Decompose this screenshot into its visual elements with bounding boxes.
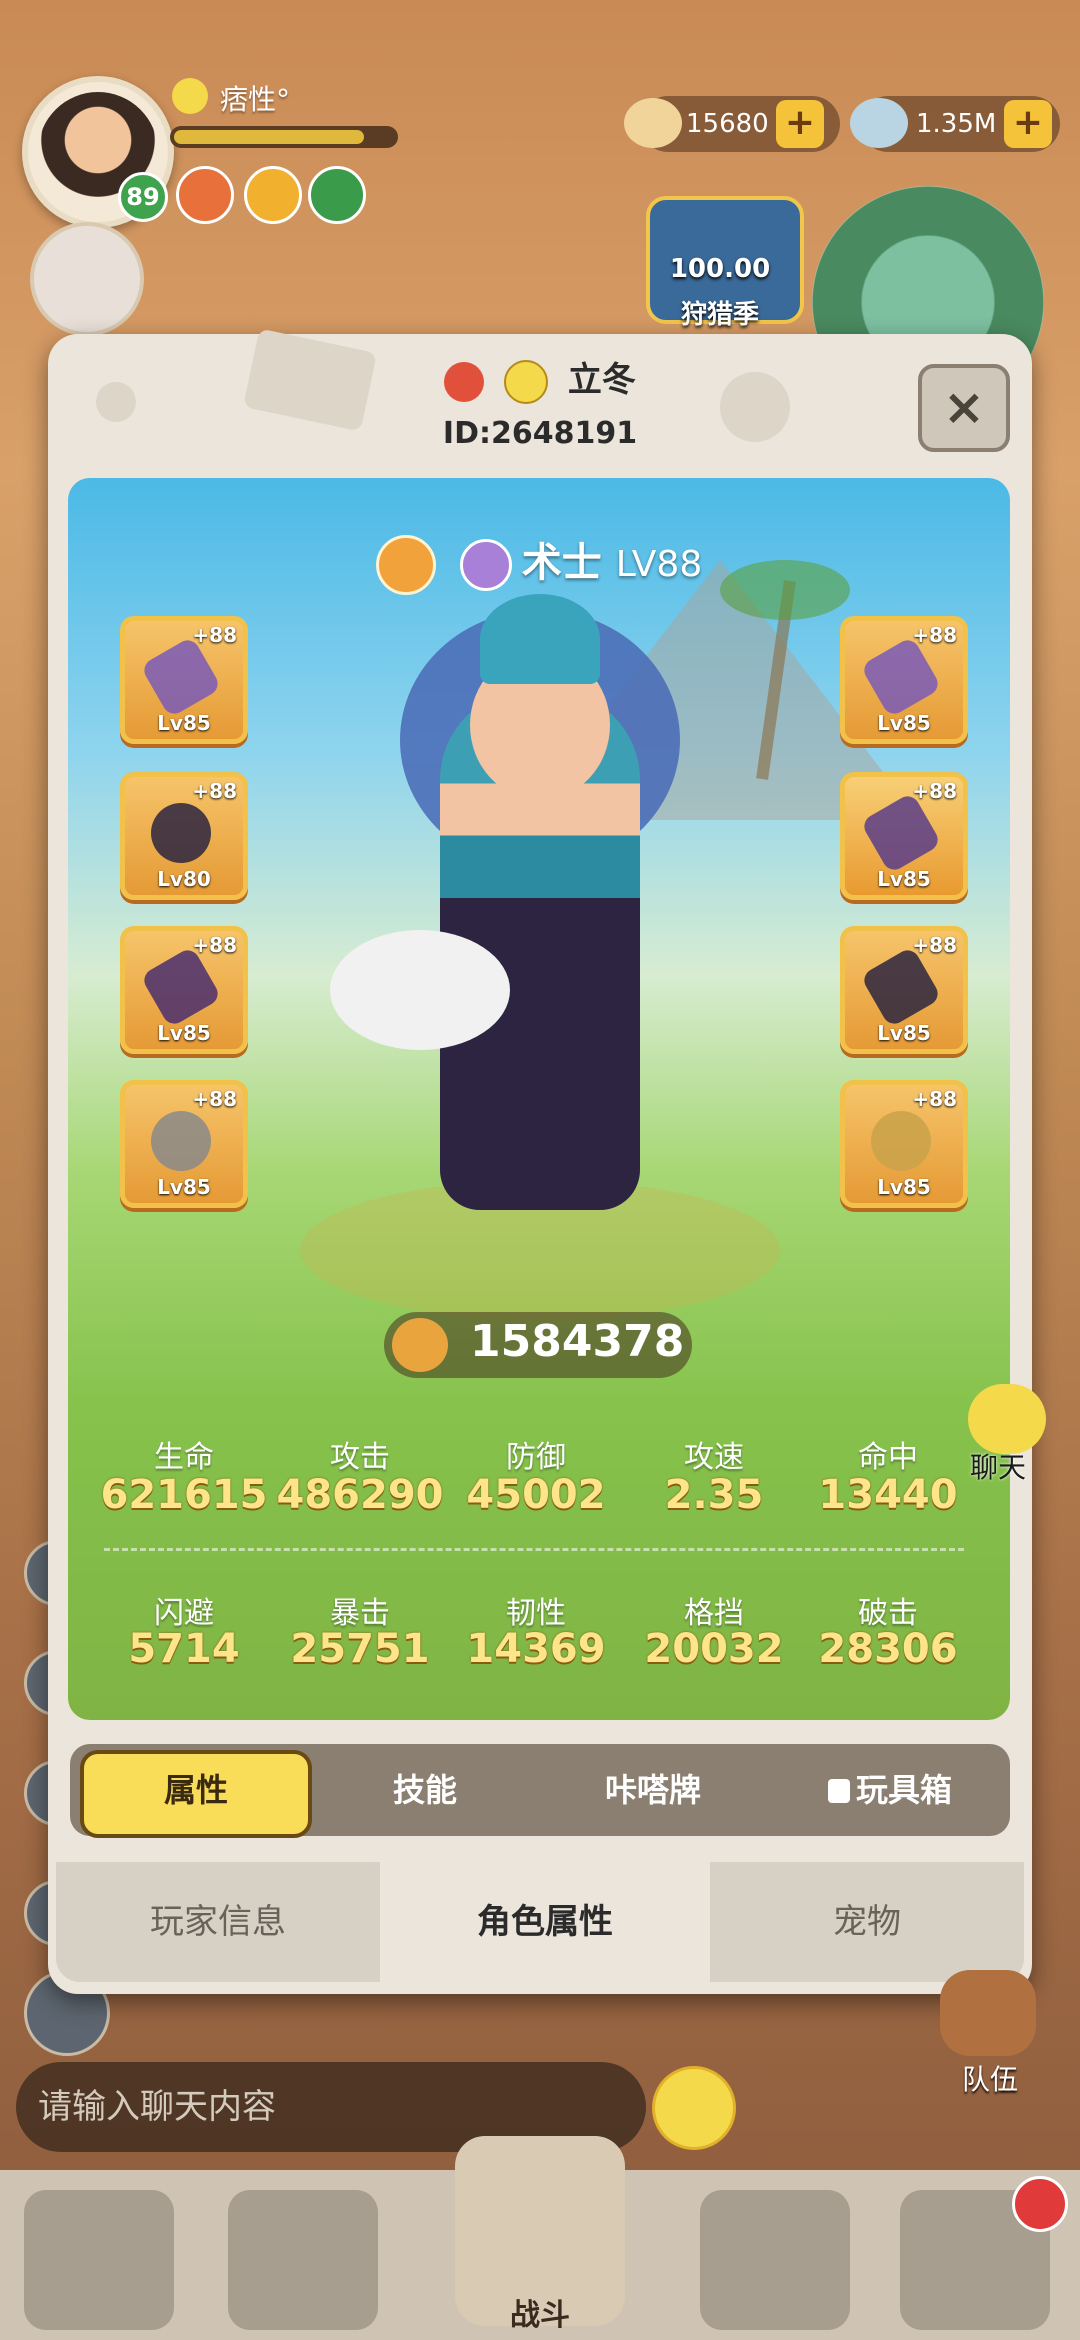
stat-value: 5714 [128, 1626, 240, 1672]
ring-icon [140, 1100, 222, 1182]
necklace-icon [860, 1100, 942, 1182]
tab-toybox[interactable]: 玩具箱 [780, 1750, 1000, 1830]
nav-battle-label[interactable]: 战斗 [440, 2290, 640, 2334]
xp-bar-fill [174, 130, 364, 144]
equip-slot-ring[interactable]: +88 Lv85 [120, 1080, 248, 1208]
enhance-level: +88 [912, 779, 957, 803]
chat-button-label[interactable]: 聊天 [948, 1446, 1048, 1486]
emoji-button-icon[interactable] [652, 2066, 736, 2150]
enhance-level: +88 [192, 779, 237, 803]
nav-pet-icon[interactable] [700, 2190, 850, 2330]
equip-slot-offhand[interactable]: +88 Lv85 [840, 616, 968, 744]
gold-icon [624, 98, 682, 148]
power-muscle-icon [392, 1318, 448, 1372]
player-emote-icon [172, 78, 208, 114]
class-row: 术士 LV88 [68, 530, 1010, 595]
class-level: LV88 [615, 544, 703, 585]
item-level: Lv85 [877, 1021, 931, 1045]
item-level: Lv80 [157, 867, 211, 891]
staff-icon [140, 636, 222, 718]
team-icon[interactable] [940, 1970, 1036, 2056]
team-label[interactable]: 队伍 [940, 2058, 1040, 2098]
stat-value: 20032 [644, 1626, 784, 1672]
enhance-level: +88 [912, 1087, 957, 1111]
stat-value: 28306 [818, 1626, 958, 1672]
enhance-level: +88 [912, 933, 957, 957]
stat-value: 486290 [276, 1472, 444, 1518]
close-button[interactable]: × [918, 364, 1010, 452]
stats-divider [104, 1548, 964, 1551]
staff-icon [860, 636, 942, 718]
item-level: Lv85 [157, 1021, 211, 1045]
tab-character-attributes[interactable]: 角色属性 [384, 1862, 706, 1982]
gem-add-button[interactable]: + [1004, 100, 1052, 148]
armor-icon [860, 792, 942, 874]
gloves-icon [140, 946, 222, 1028]
buff-icon[interactable] [176, 166, 234, 224]
profile-id: ID:2648191 [442, 416, 638, 451]
equip-slot-boots[interactable]: +88 Lv85 [840, 926, 968, 1054]
enhance-level: +88 [192, 623, 237, 647]
stat-label: 防御 [506, 1440, 566, 1475]
player-name: 痞性° [220, 83, 291, 116]
enhance-level: +88 [912, 623, 957, 647]
equip-slot-armor[interactable]: +88 Lv85 [840, 772, 968, 900]
tab-pets[interactable]: 宠物 [710, 1862, 1024, 1982]
side-avatar[interactable] [30, 222, 144, 336]
season-label: 狩猎季 [680, 300, 759, 330]
combat-power: 1584378 [470, 1316, 685, 1367]
tab-player-info[interactable]: 玩家信息 [56, 1862, 380, 1982]
stat-label: 攻击 [330, 1440, 390, 1475]
stat-value: 45002 [466, 1472, 606, 1518]
stat-label: 攻速 [684, 1440, 744, 1475]
pet-companion [330, 930, 510, 1050]
notification-bell-icon [1012, 2176, 1068, 2232]
item-level: Lv85 [877, 867, 931, 891]
tab-attributes[interactable]: 属性 [80, 1750, 312, 1838]
key-icon [444, 361, 485, 402]
equip-slot-helmet[interactable]: +88 Lv80 [120, 772, 248, 900]
nav-character-icon[interactable] [228, 2190, 378, 2330]
equip-slot-weapon[interactable]: +88 Lv85 [120, 616, 248, 744]
equip-slot-necklace[interactable]: +88 Lv85 [840, 1080, 968, 1208]
player-level-badge: 89 [118, 172, 168, 222]
item-level: Lv85 [877, 1175, 931, 1199]
coin-buff-icon[interactable] [244, 166, 302, 224]
class-name: 术士 [521, 540, 602, 586]
tab-skills[interactable]: 技能 [320, 1750, 530, 1830]
gold-add-button[interactable]: + [776, 100, 824, 148]
stat-label: 生命 [154, 1440, 214, 1475]
enhance-level: +88 [192, 1087, 237, 1111]
profile-name-row: 立冬 [48, 352, 1032, 404]
hero-helmet [480, 594, 600, 684]
stat-value: 25751 [290, 1626, 430, 1672]
nav-tribe-icon[interactable] [24, 2190, 174, 2330]
stat-value: 621615 [100, 1472, 268, 1518]
rank-badge-icon [375, 535, 436, 595]
stat-value: 14369 [466, 1626, 606, 1672]
warlock-class-icon [459, 539, 512, 591]
tab-toybox-label: 玩具箱 [855, 1771, 952, 1809]
helmet-icon [140, 792, 222, 874]
emote-icon [504, 359, 548, 404]
stat-value: 2.35 [664, 1472, 764, 1518]
gem-icon [850, 98, 908, 148]
item-level: Lv85 [157, 1175, 211, 1199]
profile-name: 立冬 [567, 360, 636, 400]
chat-emoji-icon[interactable] [968, 1384, 1046, 1454]
item-level: Lv85 [877, 711, 931, 735]
boots-icon [860, 946, 942, 1028]
enhance-level: +88 [192, 933, 237, 957]
season-progress: 100.00 [669, 254, 771, 284]
exp-buff-icon[interactable] [308, 166, 366, 224]
equip-slot-gloves[interactable]: +88 Lv85 [120, 926, 248, 1054]
lock-icon [827, 1779, 850, 1803]
item-level: Lv85 [157, 711, 211, 735]
tab-cards[interactable]: 咔嗒牌 [548, 1750, 758, 1830]
